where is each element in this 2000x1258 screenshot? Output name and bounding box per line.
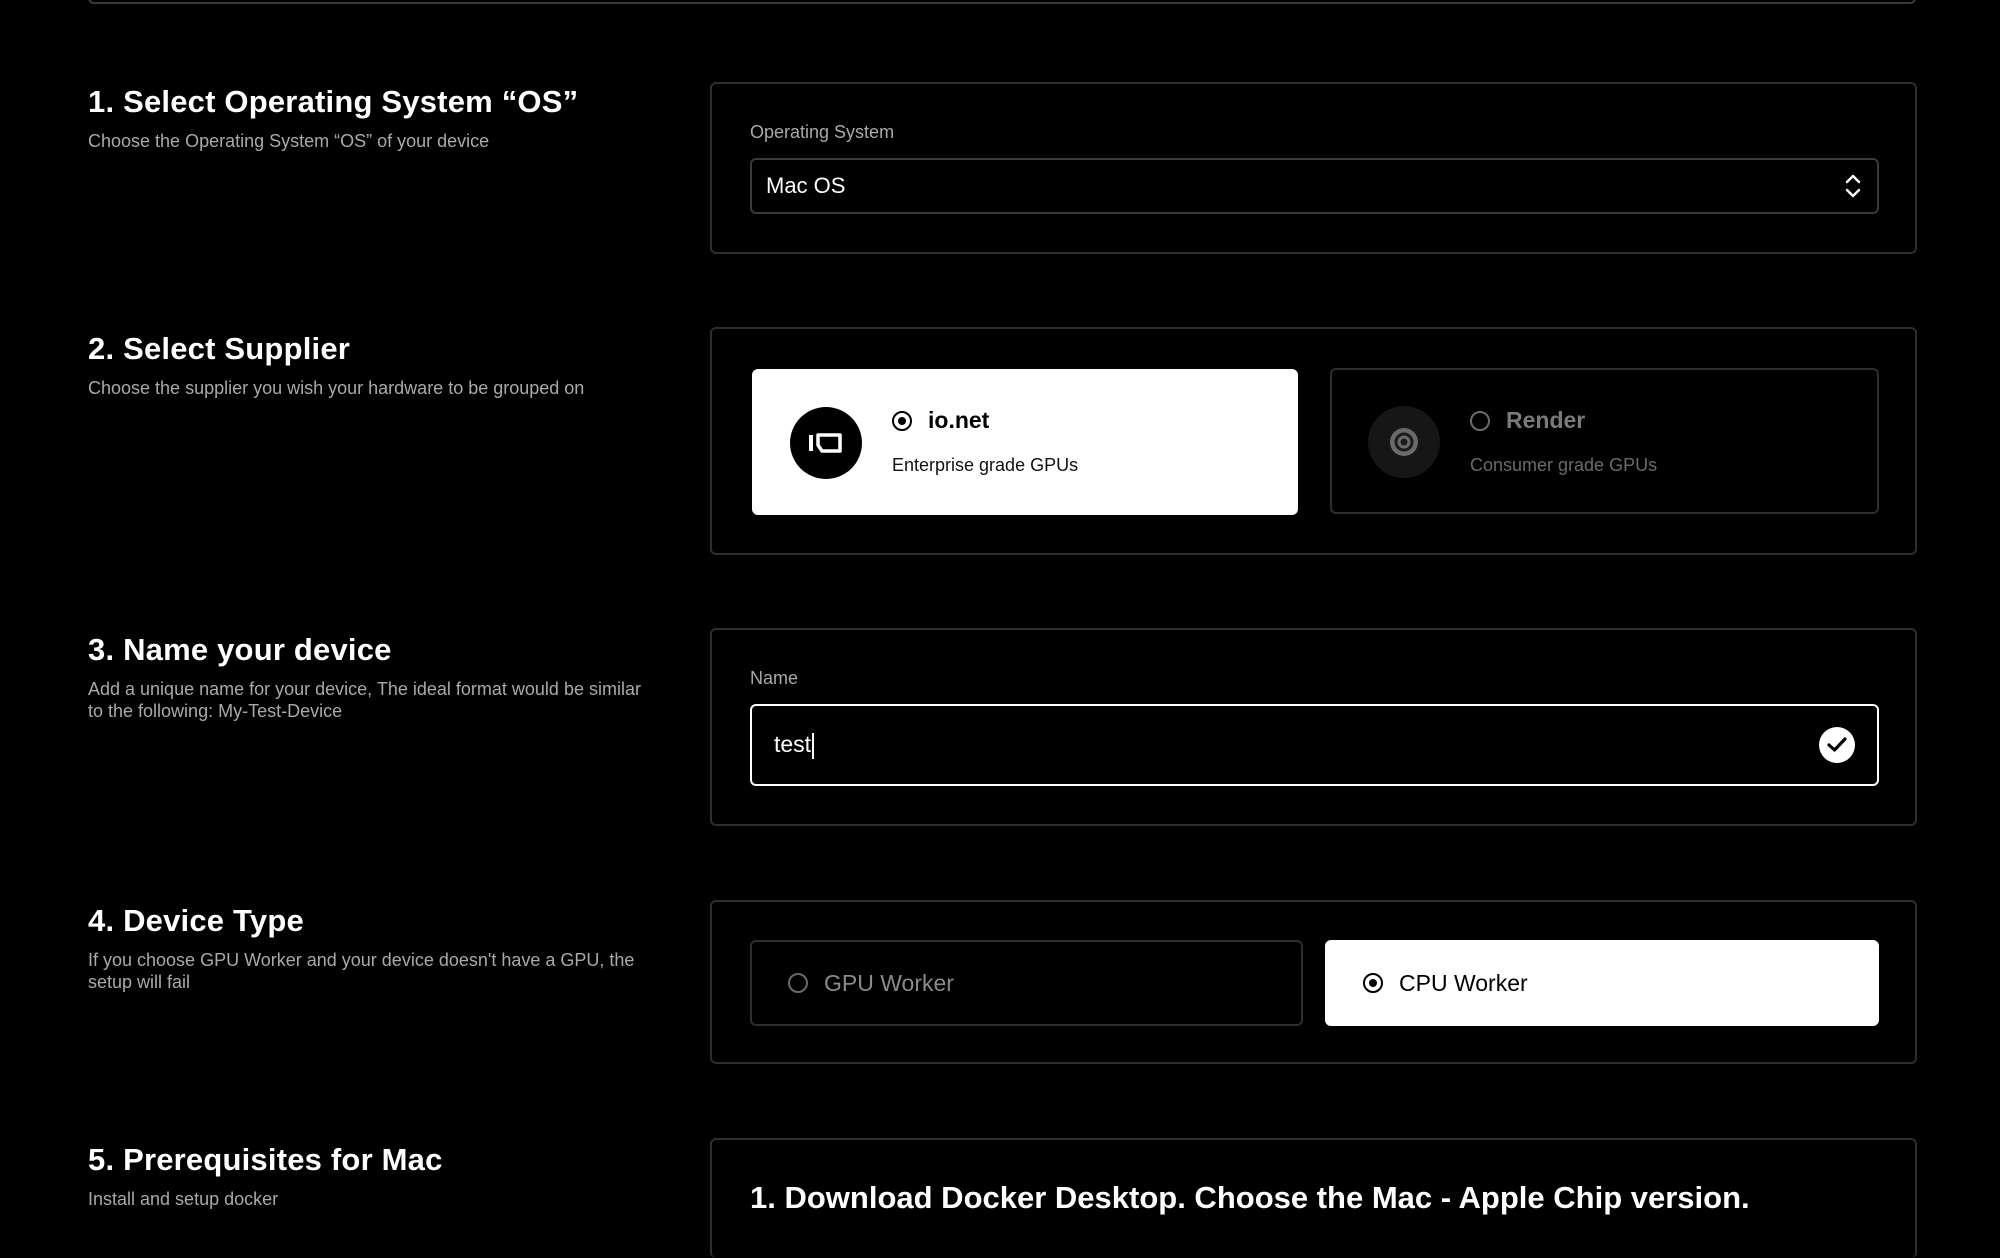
name-panel: Name test — [710, 628, 1917, 826]
render-radio[interactable] — [1470, 411, 1490, 431]
prereq-section-header: 5. Prerequisites for Mac Install and set… — [88, 1140, 648, 1210]
gpu-worker-radio[interactable] — [788, 973, 808, 993]
chevron-updown-icon — [1845, 174, 1861, 198]
supplier-panel: io.net Enterprise grade GPUs Render Cons… — [710, 327, 1917, 555]
prereq-section-description: Install and setup docker — [88, 1189, 279, 1209]
supplier-card-render[interactable]: Render Consumer grade GPUs — [1330, 368, 1879, 514]
device-type-panel: GPU Worker CPU Worker — [710, 900, 1917, 1064]
io-net-subtitle: Enterprise grade GPUs — [892, 455, 1079, 475]
os-select[interactable]: Mac OS — [750, 158, 1879, 214]
prereq-section-title: 5. Prerequisites for Mac — [88, 1142, 443, 1177]
device-type-section-title: 4. Device Type — [88, 903, 304, 938]
os-panel: Operating System Mac OS — [710, 82, 1917, 254]
name-section-header: 3. Name your device Add a unique name fo… — [88, 630, 648, 722]
prereq-panel: 1. Download Docker Desktop. Choose the M… — [710, 1138, 1917, 1258]
render-subtitle: Consumer grade GPUs — [1470, 455, 1658, 475]
io-net-logo-icon — [790, 407, 862, 479]
name-field-label: Name — [750, 668, 799, 688]
name-section-title: 3. Name your device — [88, 632, 392, 667]
device-name-input[interactable]: test — [750, 704, 1879, 786]
previous-panel-edge — [88, 0, 1916, 4]
device-type-section-description: If you choose GPU Worker and your device… — [88, 950, 635, 992]
supplier-section-header: 2. Select Supplier Choose the supplier y… — [88, 329, 648, 399]
supplier-section-description: Choose the supplier you wish your hardwa… — [88, 378, 585, 398]
os-select-value: Mac OS — [766, 173, 846, 198]
render-logo-icon — [1368, 406, 1440, 478]
device-type-section-header: 4. Device Type If you choose GPU Worker … — [88, 901, 648, 993]
render-title: Render — [1506, 407, 1586, 433]
supplier-section-title: 2. Select Supplier — [88, 331, 351, 366]
os-section-description: Choose the Operating System “OS” of your… — [88, 131, 490, 151]
device-name-value: test — [774, 731, 1819, 759]
os-section-header: 1. Select Operating System “OS” Choose t… — [88, 82, 648, 152]
gpu-worker-label: GPU Worker — [824, 969, 954, 996]
cpu-worker-option[interactable]: CPU Worker — [1325, 940, 1879, 1026]
supplier-card-io-net[interactable]: io.net Enterprise grade GPUs — [752, 369, 1298, 515]
gpu-worker-option[interactable]: GPU Worker — [750, 940, 1303, 1026]
cpu-worker-radio[interactable] — [1363, 973, 1383, 993]
cpu-worker-label: CPU Worker — [1399, 969, 1528, 996]
name-section-description: Add a unique name for your device, The i… — [88, 679, 641, 721]
prereq-step-1-title: 1. Download Docker Desktop. Choose the M… — [750, 1180, 1750, 1215]
io-net-radio[interactable] — [892, 411, 912, 431]
check-icon — [1819, 727, 1855, 763]
os-field-label: Operating System — [750, 122, 895, 142]
io-net-title: io.net — [928, 407, 990, 433]
os-section-title: 1. Select Operating System “OS” — [88, 84, 579, 119]
